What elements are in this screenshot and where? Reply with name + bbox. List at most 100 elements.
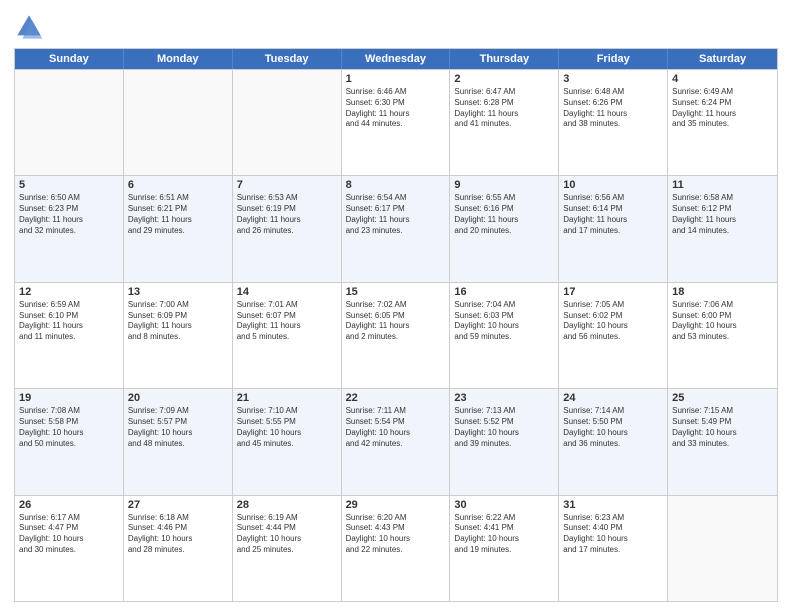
weekday-header-tuesday: Tuesday — [233, 49, 342, 69]
day-number: 18 — [672, 286, 773, 298]
cell-line: Sunrise: 6:23 AM — [563, 513, 663, 524]
day-number: 31 — [563, 499, 663, 511]
calendar-day-24: 24Sunrise: 7:14 AMSunset: 5:50 PMDayligh… — [559, 389, 668, 494]
cell-line: Sunset: 4:46 PM — [128, 523, 228, 534]
day-number: 25 — [672, 392, 773, 404]
cell-line: Sunset: 6:07 PM — [237, 311, 337, 322]
cell-line: and 23 minutes. — [346, 226, 446, 237]
calendar-day-10: 10Sunrise: 6:56 AMSunset: 6:14 PMDayligh… — [559, 176, 668, 281]
weekday-header-wednesday: Wednesday — [342, 49, 451, 69]
cell-line: Daylight: 11 hours — [563, 109, 663, 120]
calendar-day-4: 4Sunrise: 6:49 AMSunset: 6:24 PMDaylight… — [668, 70, 777, 175]
day-number: 11 — [672, 179, 773, 191]
cell-line: Sunset: 6:17 PM — [346, 204, 446, 215]
cell-line: and 17 minutes. — [563, 226, 663, 237]
cell-line: Daylight: 11 hours — [237, 321, 337, 332]
day-number: 27 — [128, 499, 228, 511]
weekday-header-monday: Monday — [124, 49, 233, 69]
cell-line: and 35 minutes. — [672, 119, 773, 130]
calendar-day-9: 9Sunrise: 6:55 AMSunset: 6:16 PMDaylight… — [450, 176, 559, 281]
day-number: 1 — [346, 73, 446, 85]
cell-line: and 53 minutes. — [672, 332, 773, 343]
cell-line: Sunrise: 7:00 AM — [128, 300, 228, 311]
cell-line: Daylight: 11 hours — [128, 215, 228, 226]
weekday-header-saturday: Saturday — [668, 49, 777, 69]
calendar-body: 1 Sunrise: 6:46 AMSunset: 6:30 PM Daylight… — [15, 69, 777, 601]
cell-line: Sunrise: 7:05 AM — [563, 300, 663, 311]
cell-line: Sunset: 6:30 PM — [346, 98, 446, 109]
cell-line: Daylight: 10 hours — [454, 321, 554, 332]
cell-line: Sunrise: 6:17 AM — [19, 513, 119, 524]
cell-line: Sunset: 6:28 PM — [454, 98, 554, 109]
cell-line: Daylight: 10 hours — [346, 534, 446, 545]
calendar-day-31: 31Sunrise: 6:23 AMSunset: 4:40 PMDayligh… — [559, 496, 668, 601]
cell-line: Sunset: 6:10 PM — [19, 311, 119, 322]
cell-line: and 29 minutes. — [128, 226, 228, 237]
day-number: 8 — [346, 179, 446, 191]
cell-line: Daylight: 10 hours — [563, 428, 663, 439]
cell-line: and 22 minutes. — [346, 545, 446, 556]
day-number: 4 — [672, 73, 773, 85]
cell-line: Sunrise: 6:19 AM — [237, 513, 337, 524]
cell-line: Sunrise: 7:08 AM — [19, 406, 119, 417]
day-number: 5 — [19, 179, 119, 191]
cell-line: Sunset: 6:09 PM — [128, 311, 228, 322]
cell-line: Daylight: 11 hours — [672, 109, 773, 120]
cell-line: Sunrise: 7:11 AM — [346, 406, 446, 417]
cell-line: Daylight: 10 hours — [563, 534, 663, 545]
cell-line: and 44 minutes. — [346, 119, 446, 130]
cell-line: Sunrise: 7:10 AM — [237, 406, 337, 417]
cell-line: Sunrise: 6:55 AM — [454, 193, 554, 204]
cell-line: Sunset: 5:55 PM — [237, 417, 337, 428]
cell-line: Sunset: 6:16 PM — [454, 204, 554, 215]
day-number: 16 — [454, 286, 554, 298]
cell-line: and 33 minutes. — [672, 439, 773, 450]
day-number: 9 — [454, 179, 554, 191]
calendar-day-13: 13Sunrise: 7:00 AMSunset: 6:09 PMDayligh… — [124, 283, 233, 388]
calendar-day-27: 27Sunrise: 6:18 AMSunset: 4:46 PMDayligh… — [124, 496, 233, 601]
cell-line: and 41 minutes. — [454, 119, 554, 130]
calendar-row-4: 26Sunrise: 6:17 AMSunset: 4:47 PMDayligh… — [15, 495, 777, 601]
cell-line: Daylight: 10 hours — [672, 428, 773, 439]
day-number: 15 — [346, 286, 446, 298]
logo — [14, 12, 50, 42]
day-number: 21 — [237, 392, 337, 404]
cell-line: Sunrise: 7:13 AM — [454, 406, 554, 417]
calendar-day-8: 8Sunrise: 6:54 AMSunset: 6:17 PMDaylight… — [342, 176, 451, 281]
cell-line: and 20 minutes. — [454, 226, 554, 237]
cell-line: Daylight: 11 hours — [346, 215, 446, 226]
calendar-day-22: 22Sunrise: 7:11 AMSunset: 5:54 PMDayligh… — [342, 389, 451, 494]
cell-line: and 14 minutes. — [672, 226, 773, 237]
cell-line: Daylight: 10 hours — [672, 321, 773, 332]
cell-line: Sunset: 6:21 PM — [128, 204, 228, 215]
cell-line: Sunrise: 6:53 AM — [237, 193, 337, 204]
cell-line: Sunrise: 6:51 AM — [128, 193, 228, 204]
calendar-day-5: 5Sunrise: 6:50 AMSunset: 6:23 PMDaylight… — [15, 176, 124, 281]
cell-line: Sunrise: 7:06 AM — [672, 300, 773, 311]
calendar-row-2: 12Sunrise: 6:59 AMSunset: 6:10 PMDayligh… — [15, 282, 777, 388]
cell-line: Sunset: 6:12 PM — [672, 204, 773, 215]
day-number: 26 — [19, 499, 119, 511]
calendar-row-0: 1 Sunrise: 6:46 AMSunset: 6:30 PM Daylight… — [15, 69, 777, 175]
cell-line: Sunrise: 6:46 AM — [346, 87, 446, 98]
day-number: 13 — [128, 286, 228, 298]
day-number: 30 — [454, 499, 554, 511]
cell-line: Daylight: 11 hours — [454, 109, 554, 120]
calendar-day-26: 26Sunrise: 6:17 AMSunset: 4:47 PMDayligh… — [15, 496, 124, 601]
cell-line: Sunset: 6:26 PM — [563, 98, 663, 109]
cell-line: Sunrise: 7:14 AM — [563, 406, 663, 417]
cell-line: Daylight: 10 hours — [454, 534, 554, 545]
cell-line: Sunrise: 6:50 AM — [19, 193, 119, 204]
calendar-day-2: 2Sunrise: 6:47 AMSunset: 6:28 PMDaylight… — [450, 70, 559, 175]
cell-line: Daylight: 10 hours — [454, 428, 554, 439]
cell-line: Daylight: 10 hours — [563, 321, 663, 332]
calendar-header: SundayMondayTuesdayWednesdayThursdayFrid… — [15, 49, 777, 69]
cell-line: Sunrise: 7:09 AM — [128, 406, 228, 417]
cell-line: Sunset: 4:41 PM — [454, 523, 554, 534]
cell-line: Daylight: 10 hours — [237, 534, 337, 545]
cell-line: and 48 minutes. — [128, 439, 228, 450]
cell-line: and 32 minutes. — [19, 226, 119, 237]
day-number: 3 — [563, 73, 663, 85]
cell-line: and 39 minutes. — [454, 439, 554, 450]
cell-line: Sunset: 6:03 PM — [454, 311, 554, 322]
